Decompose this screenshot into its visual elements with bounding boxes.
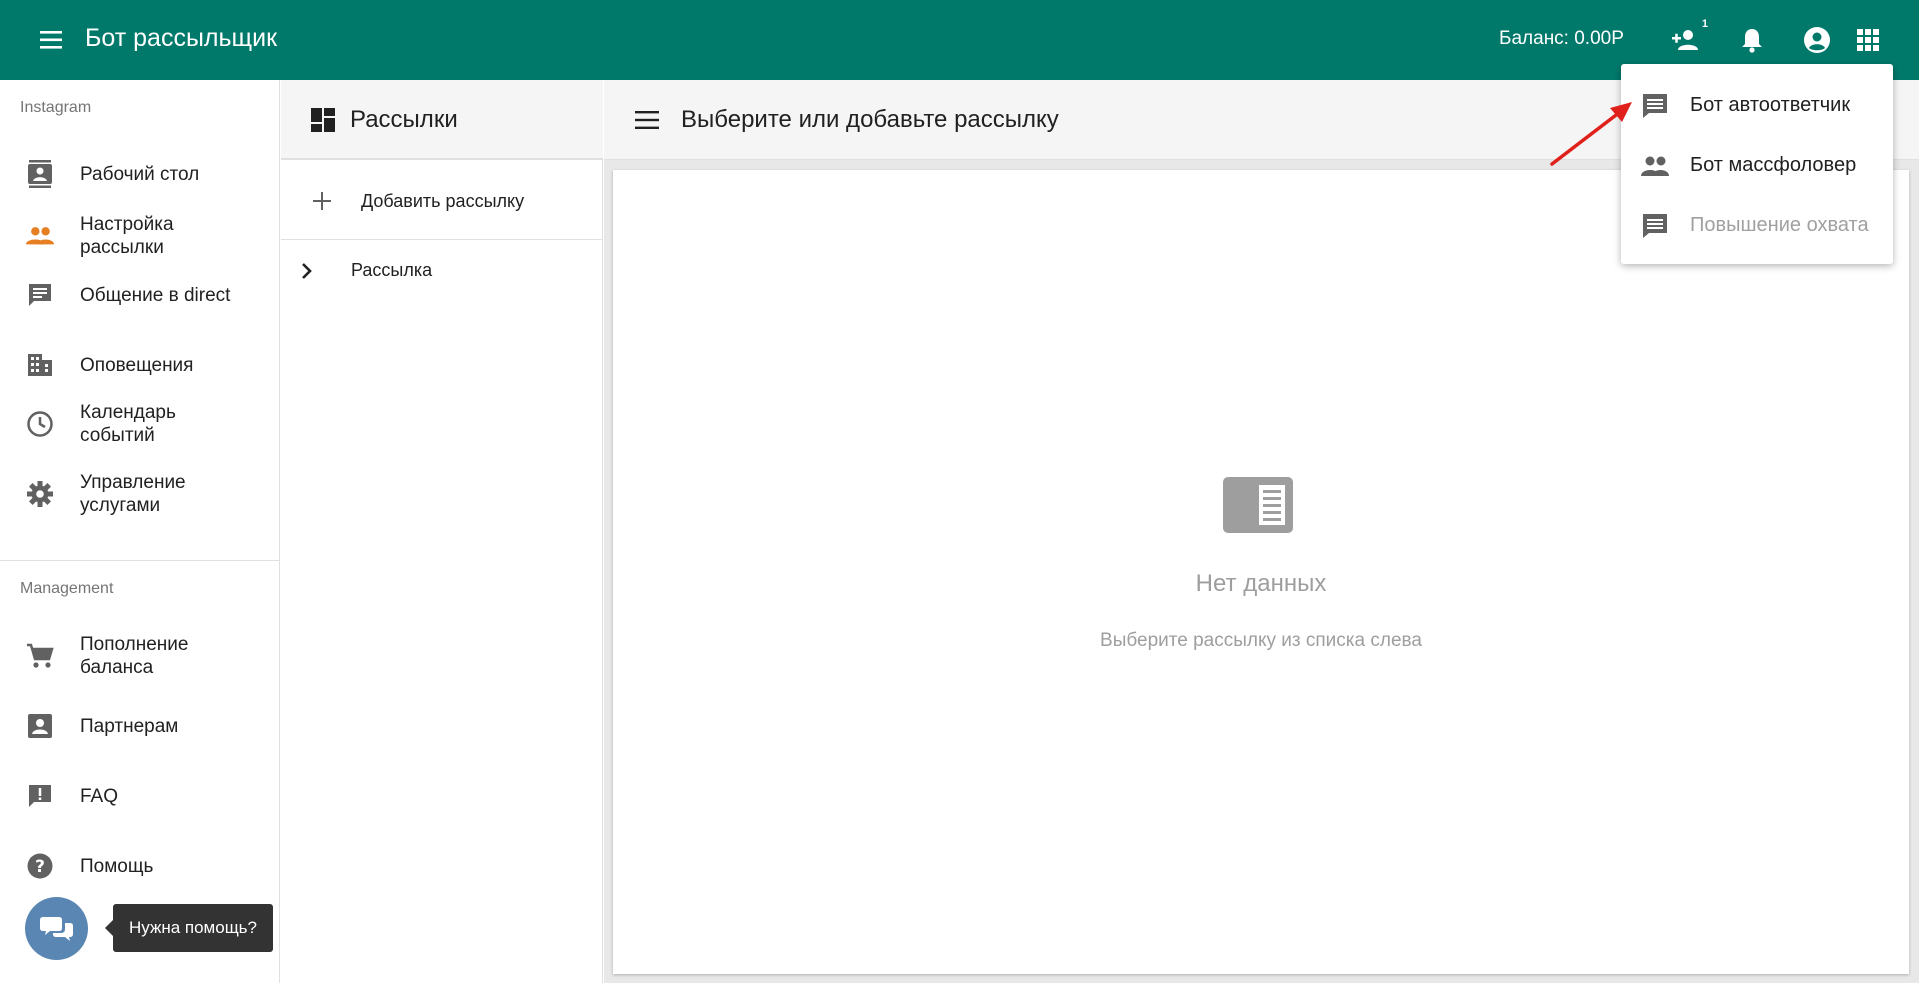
menu-item-autoresponder[interactable]: Бот автоответчик: [1621, 76, 1893, 136]
mailings-panel: Рассылки Добавить рассылку Рассылка: [281, 80, 603, 983]
friends-badge: 1: [1701, 18, 1708, 30]
sidebar-item-label: Настройка рассылки: [80, 214, 174, 258]
help-tooltip: Нужна помощь?: [105, 904, 273, 952]
balance-label[interactable]: Баланс: 0.00Р: [1499, 28, 1624, 50]
account-box-icon: [26, 712, 54, 740]
app-title: Бот рассыльщик: [85, 24, 278, 52]
menu-item-label: Повышение охвата: [1690, 214, 1869, 236]
sidebar-item-faq[interactable]: FAQ: [0, 766, 279, 826]
feedback-icon: [26, 782, 54, 810]
sidebar-section-management: Management: [20, 580, 114, 597]
menu-icon[interactable]: [634, 110, 660, 130]
chat-button[interactable]: [25, 897, 88, 960]
sidebar-item-label: Партнерам: [80, 715, 179, 737]
sidebar: Instagram Рабочий стол Настройка рассылк…: [0, 80, 280, 983]
empty-state-card: Нет данных Выберите рассылку из списка с…: [613, 170, 1909, 974]
menu-item-label: Бот автоответчик: [1690, 94, 1851, 116]
contacts-icon: [26, 160, 54, 188]
sidebar-item-calendar[interactable]: Календарь событий: [0, 394, 279, 454]
sidebar-item-label: Управление услугами: [80, 472, 186, 516]
article-icon: [1223, 477, 1293, 533]
cart-icon: [26, 642, 54, 670]
menu-item-label: Бот массфоловер: [1690, 154, 1857, 176]
person-add-icon: [1672, 30, 1698, 50]
people-icon: [26, 222, 54, 250]
sidebar-item-label: Рабочий стол: [80, 163, 200, 185]
sidebar-section-instagram: Instagram: [20, 99, 92, 116]
chevron-right-icon[interactable]: [296, 260, 318, 282]
sidebar-item-label: Пополнение баланса: [80, 634, 189, 678]
sidebar-item-notifications[interactable]: Оповещения: [0, 335, 279, 395]
menu-icon[interactable]: [38, 29, 66, 51]
list-item[interactable]: Рассылка: [281, 241, 603, 301]
add-mailing-button[interactable]: Добавить рассылку: [281, 162, 603, 240]
sidebar-item-direct[interactable]: Общение в direct: [0, 265, 279, 325]
notifications-button[interactable]: [1736, 24, 1768, 56]
account-circle-icon: [1804, 27, 1830, 53]
menu-item-reach-boost: Повышение охвата: [1621, 196, 1893, 256]
empty-state-subtitle: Выберите рассылку из списка слева: [1100, 630, 1422, 651]
sidebar-item-label: Оповещения: [80, 354, 194, 376]
sidebar-divider: [0, 560, 280, 561]
apps-button[interactable]: [1852, 24, 1884, 56]
sidebar-item-partners[interactable]: Партнерам: [0, 696, 279, 756]
dashboard-icon: [311, 108, 335, 132]
menu-item-massfollower[interactable]: Бот массфоловер: [1621, 136, 1893, 196]
bell-icon: [1742, 29, 1762, 53]
mailings-panel-header: Рассылки: [281, 80, 603, 160]
sidebar-item-help[interactable]: ? Помощь: [0, 836, 279, 896]
add-mailing-label: Добавить рассылку: [361, 191, 525, 211]
building-icon: [26, 351, 54, 379]
chat-bubbles-icon: [39, 916, 73, 941]
annotation-arrow-icon: [1550, 102, 1632, 166]
person-add-button[interactable]: 1: [1670, 18, 1708, 56]
message-icon: [1643, 94, 1667, 118]
sidebar-item-services[interactable]: Управление услугами: [0, 464, 279, 524]
message-icon: [1643, 214, 1667, 238]
plus-icon: [313, 192, 331, 210]
chat-icon: [26, 281, 54, 309]
svg-text:?: ?: [35, 857, 45, 877]
sidebar-item-label: Общение в direct: [80, 284, 231, 306]
list-item-label: Рассылка: [351, 260, 433, 280]
account-button[interactable]: [1801, 24, 1833, 56]
people-icon: [1641, 156, 1669, 176]
sidebar-item-dashboard[interactable]: Рабочий стол: [0, 144, 279, 204]
empty-state-title: Нет данных: [1195, 570, 1327, 597]
sidebar-item-label: Помощь: [80, 855, 154, 877]
help-icon: ?: [26, 852, 54, 880]
gear-icon: [26, 480, 54, 508]
apps-dropdown-menu: Бот автоответчик Бот массфоловер Повышен…: [1621, 64, 1893, 264]
page-title: Выберите или добавьте рассылку: [681, 106, 1059, 133]
sidebar-item-label: Календарь событий: [80, 402, 176, 446]
clock-icon: [26, 410, 54, 438]
sidebar-item-mailing-settings[interactable]: Настройка рассылки: [0, 206, 279, 266]
sidebar-item-topup[interactable]: Пополнение баланса: [0, 626, 279, 686]
apps-grid-icon: [1857, 29, 1879, 51]
mailings-panel-title: Рассылки: [350, 106, 458, 133]
sidebar-item-label: FAQ: [80, 785, 119, 807]
